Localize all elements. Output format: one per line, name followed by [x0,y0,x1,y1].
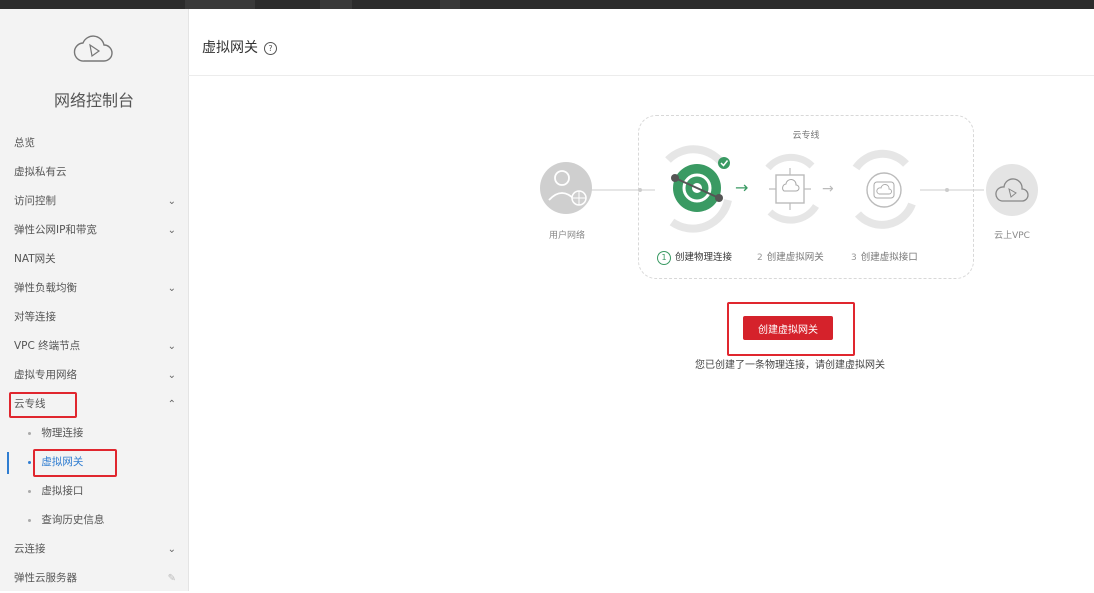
flow-diagram: → → [540,145,1038,233]
hint-text: 您已创建了一条物理连接，请创建虚拟网关 [695,360,885,371]
user-network-label: 用户网络 [548,231,585,241]
virtual-gateway-step-icon [765,153,819,224]
step-number: 3 [851,253,857,263]
step-number: 1 [657,251,671,265]
cloud-vpc-label: 云上VPC [994,231,1030,241]
step-label: 创建虚拟网关 [766,252,824,263]
step-label: 创建虚拟接口 [860,252,918,263]
step-virtual-gateway: 2 创建虚拟网关 [757,249,824,263]
step-physical-connection: 1 创建物理连接 [657,249,732,265]
virtual-interface-step-icon [852,149,916,229]
user-network-icon [540,162,592,214]
cloud-vpc-icon [986,164,1038,216]
arrow-right-icon: → [822,181,834,197]
connector-dot [945,188,949,192]
step-virtual-interface: 3 创建虚拟接口 [851,249,918,263]
arrow-right-icon: → [735,178,748,197]
step-number: 2 [757,253,763,263]
physical-connection-step-icon [665,145,732,233]
step-label: 创建物理连接 [675,252,733,263]
connector-dot [638,188,642,192]
create-virtual-gateway-button[interactable]: 创建虚拟网关 [743,316,833,340]
